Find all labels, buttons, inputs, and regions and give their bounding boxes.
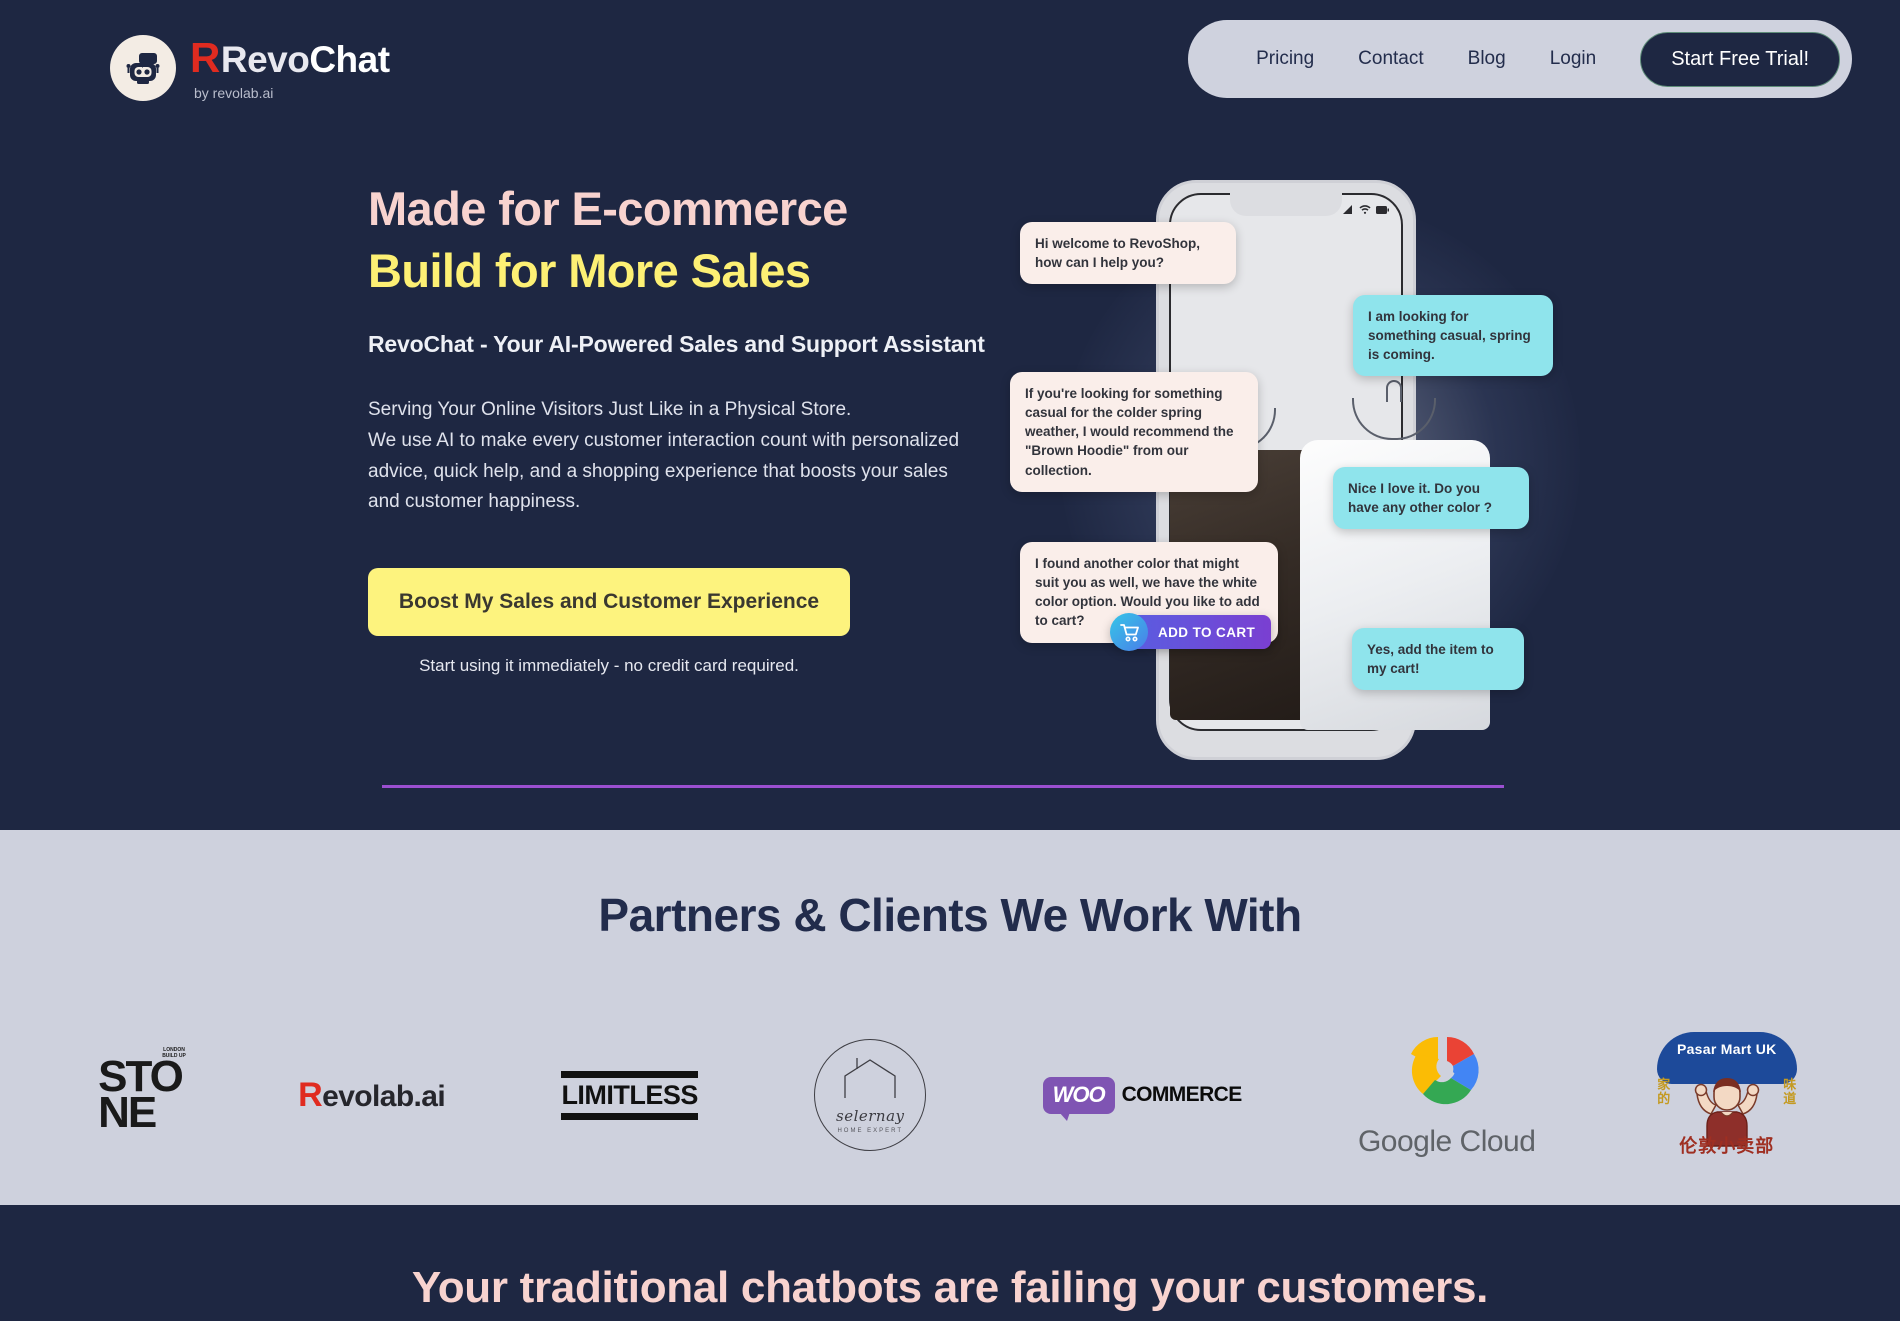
woocommerce-logo: WOO COMMERCE (1042, 1076, 1243, 1121)
chat-bubble-bot-1: Hi welcome to RevoShop, how can I help y… (1020, 222, 1236, 285)
google-cloud-icon (1410, 1037, 1479, 1105)
brand-name-part1: Revo (220, 38, 310, 80)
partner-logo-google-cloud: Google Cloud (1357, 1015, 1536, 1175)
phone-notch (1230, 192, 1342, 216)
partner-logo-woocommerce: WOO COMMERCE (1042, 1015, 1243, 1175)
add-to-cart-button[interactable]: ADD TO CART (1110, 613, 1272, 651)
shopping-cart-icon (1110, 613, 1148, 651)
selernay-logo-text: selernay (836, 1107, 905, 1125)
stone-logo-tag: LONDON BUILD UP (162, 1046, 186, 1060)
hero-divider (382, 785, 1504, 788)
brand-tagline: by revolab.ai (194, 84, 274, 101)
pasar-mart-cn-bottom: 伦敦小卖部 (1679, 1136, 1775, 1156)
chat-bubble-bot-2: If you're looking for something casual f… (1010, 372, 1258, 492)
hero-headline-line1: Made for E-commerce (368, 182, 848, 235)
hero-body-text: Serving Your Online Visitors Just Like i… (368, 395, 968, 518)
hero-body-line1: Serving Your Online Visitors Just Like i… (368, 399, 852, 421)
robot-chat-icon (110, 35, 176, 101)
signal-icon (1343, 201, 1354, 219)
stone-logo: LONDON BUILD UP STO NE (98, 1047, 186, 1135)
partner-logo-limitless: LIMITLESS (561, 1015, 698, 1175)
partner-logo-pasar-mart: Pasar Mart UK 家的 味道 伦敦小卖部 (1652, 1015, 1802, 1175)
hero-section: R Revo Chat by revolab.ai Pricing Contact … (0, 0, 1900, 830)
woocommerce-badge: WOO (1042, 1076, 1115, 1121)
chat-bubble-user-3: Yes, add the item to my cart! (1352, 628, 1524, 691)
woocommerce-text: COMMERCE (1121, 1083, 1243, 1106)
limitless-logo: LIMITLESS (561, 1070, 698, 1120)
wifi-icon (1359, 201, 1371, 219)
chat-bubble-user-2: Nice I love it. Do you have any other co… (1333, 467, 1529, 530)
hero-headline-line2: Build for More Sales (368, 244, 811, 298)
selernay-logo-sub: HOME EXPERT (837, 1128, 904, 1134)
problem-section: Your traditional chatbots are failing yo… (0, 1205, 1900, 1321)
nav-item-pricing[interactable]: Pricing (1234, 48, 1336, 70)
cta-note: Start using it immediately - no credit c… (419, 656, 799, 676)
hero-subheading: RevoChat - Your AI-Powered Sales and Sup… (368, 331, 985, 358)
brand-name-part2: Chat (309, 38, 390, 80)
nav-item-login[interactable]: Login (1528, 48, 1619, 70)
phone-status-bar (1343, 201, 1389, 219)
revolab-logo-text: evolab.ai (322, 1079, 446, 1113)
chat-demo-mockup: Hi welcome to RevoShop, how can I help y… (1000, 150, 1640, 770)
main-navigation: Pricing Contact Blog Login Start Free Tr… (1188, 20, 1852, 98)
pasar-mart-cn-left: 家的 (1657, 1077, 1671, 1106)
partner-logo-selernay: selernay HOME EXPERT (814, 1015, 927, 1175)
nav-item-blog[interactable]: Blog (1446, 48, 1528, 70)
partners-title: Partners & Clients We Work With (598, 889, 1302, 941)
battery-icon (1376, 201, 1389, 219)
add-to-cart-label: ADD TO CART (1136, 615, 1272, 649)
chat-bubble-user-1: I am looking for something casual, sprin… (1353, 295, 1553, 377)
pasar-mart-logo: Pasar Mart UK 家的 味道 伦敦小卖部 (1652, 1030, 1802, 1160)
google-cloud-text: Google Cloud (1357, 1125, 1536, 1158)
brand-r-letter: R (190, 33, 220, 81)
house-icon (844, 1058, 896, 1098)
boost-sales-cta-button[interactable]: Boost My Sales and Customer Experience (368, 568, 850, 637)
brand-name: R Revo Chat (190, 33, 390, 81)
revolab-logo: Revolab.ai (298, 1075, 446, 1115)
nav-item-contact[interactable]: Contact (1336, 48, 1445, 70)
problem-section-title: Your traditional chatbots are failing yo… (411, 1263, 1489, 1312)
site-header: R Revo Chat by revolab.ai Pricing Contact … (0, 0, 1900, 140)
revolab-r-letter: R (298, 1075, 323, 1114)
brand-logo[interactable]: R Revo Chat by revolab.ai (110, 35, 390, 101)
pasar-mart-text: Pasar Mart UK (1676, 1041, 1777, 1057)
partner-logo-revolab: Revolab.ai (298, 1015, 446, 1175)
pasar-mart-cn-right: 味道 (1783, 1077, 1797, 1106)
partner-logos-row: LONDON BUILD UP STO NE Revolab.ai LIMITLE… (0, 1000, 1900, 1190)
hero-body-rest: We use AI to make every customer interac… (368, 429, 960, 513)
hero-content: Made for E-commerce Build for More Sales… (368, 178, 1008, 676)
selernay-logo: selernay HOME EXPERT (814, 1039, 927, 1151)
start-free-trial-button[interactable]: Start Free Trial! (1640, 31, 1840, 87)
landing-page: R Revo Chat by revolab.ai Pricing Contact … (0, 0, 1900, 1321)
partners-section: Partners & Clients We Work With LONDON BU… (0, 830, 1900, 1205)
partner-logo-stone: LONDON BUILD UP STO NE (98, 1015, 186, 1175)
google-cloud-logo: Google Cloud (1357, 1031, 1536, 1159)
